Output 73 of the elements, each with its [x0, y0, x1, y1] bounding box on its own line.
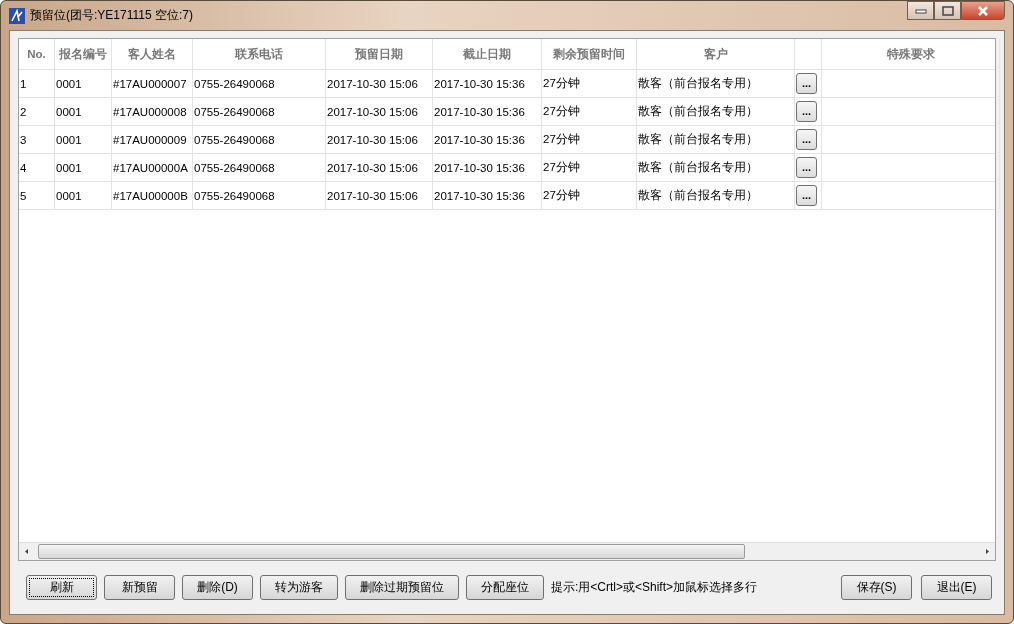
table-cell: 27分钟: [542, 126, 637, 153]
table-cell: 0755-26490068: [193, 98, 326, 125]
table-cell: 2017-10-30 15:06: [326, 98, 433, 125]
close-button[interactable]: [961, 1, 1005, 20]
app-icon: [9, 7, 25, 24]
table-cell: 2017-10-30 15:06: [326, 126, 433, 153]
horizontal-scrollbar[interactable]: [19, 542, 995, 560]
more-button[interactable]: ...: [796, 157, 817, 178]
table-cell: 散客（前台报名专用）: [637, 154, 795, 181]
table-cell: 0001: [55, 98, 112, 125]
table-cell: 0001: [55, 182, 112, 209]
table-cell: #17AU000007: [112, 70, 193, 97]
toolbar-button[interactable]: 分配座位: [466, 575, 544, 600]
column-header: No.: [19, 39, 55, 69]
table-cell: 27分钟: [542, 98, 637, 125]
more-button[interactable]: ...: [796, 73, 817, 94]
column-header: 联系电话: [193, 39, 326, 69]
column-header: 客人姓名: [112, 39, 193, 69]
column-header: 剩余预留时间: [542, 39, 637, 69]
table-cell: #17AU000009: [112, 126, 193, 153]
table-cell: 0001: [55, 70, 112, 97]
table-cell: 5: [19, 182, 55, 209]
table-cell: 2017-10-30 15:36: [433, 70, 542, 97]
toolbar-button[interactable]: 刷新: [26, 575, 97, 600]
toolbar-button[interactable]: 转为游客: [260, 575, 338, 600]
scroll-thumb[interactable]: [38, 544, 745, 559]
table-cell: 27分钟: [542, 154, 637, 181]
table-cell: 0755-26490068: [193, 182, 326, 209]
more-button[interactable]: ...: [796, 185, 817, 206]
maximize-button[interactable]: [934, 1, 961, 20]
table-cell: 0755-26490068: [193, 154, 326, 181]
hint-text: 提示:用<Crtl>或<Shift>加鼠标选择多行: [551, 579, 758, 596]
toolbar-button[interactable]: 删除过期预留位: [345, 575, 459, 600]
table-cell: 散客（前台报名专用）: [637, 98, 795, 125]
toolbar-button[interactable]: 新预留: [104, 575, 175, 600]
table-cell: 散客（前台报名专用）: [637, 126, 795, 153]
dialog-button[interactable]: 退出(E): [921, 575, 992, 600]
table-cell: 27分钟: [542, 70, 637, 97]
table-cell: 2: [19, 98, 55, 125]
table-cell: 2017-10-30 15:06: [326, 70, 433, 97]
window-title: 预留位(团号:YE171115 空位:7): [30, 7, 193, 24]
close-icon: [977, 5, 989, 16]
column-header: 预留日期: [326, 39, 433, 69]
table-cell: 2017-10-30 15:36: [433, 126, 542, 153]
column-header: 客户: [637, 39, 795, 69]
table-cell: 1: [19, 70, 55, 97]
table-cell: 0755-26490068: [193, 126, 326, 153]
column-header: 特殊要求: [822, 39, 1000, 69]
table-cell: 2017-10-30 15:36: [433, 98, 542, 125]
table-cell: #17AU00000B: [112, 182, 193, 209]
table-cell: 0755-26490068: [193, 70, 326, 97]
minimize-button[interactable]: [907, 1, 934, 20]
table-cell: 散客（前台报名专用）: [637, 70, 795, 97]
column-header: 报名编号: [55, 39, 112, 69]
table-cell: 散客（前台报名专用）: [637, 182, 795, 209]
table-cell: 4: [19, 154, 55, 181]
table-cell: #17AU000008: [112, 98, 193, 125]
dialog-button[interactable]: 保存(S): [841, 575, 912, 600]
table-cell: 2017-10-30 15:36: [433, 182, 542, 209]
table-cell: 3: [19, 126, 55, 153]
table-cell: #17AU00000A: [112, 154, 193, 181]
table-cell: 27分钟: [542, 182, 637, 209]
column-header: 截止日期: [433, 39, 542, 69]
table-cell: 2017-10-30 15:06: [326, 182, 433, 209]
table-cell: 0001: [55, 126, 112, 153]
toolbar-button[interactable]: 删除(D): [182, 575, 253, 600]
table-cell: 0001: [55, 154, 112, 181]
more-button[interactable]: ...: [796, 101, 817, 122]
table-cell: 2017-10-30 15:36: [433, 154, 542, 181]
maximize-icon: [941, 5, 954, 16]
table-cell: 2017-10-30 15:06: [326, 154, 433, 181]
minimize-icon: [914, 7, 927, 14]
more-button[interactable]: ...: [796, 129, 817, 150]
